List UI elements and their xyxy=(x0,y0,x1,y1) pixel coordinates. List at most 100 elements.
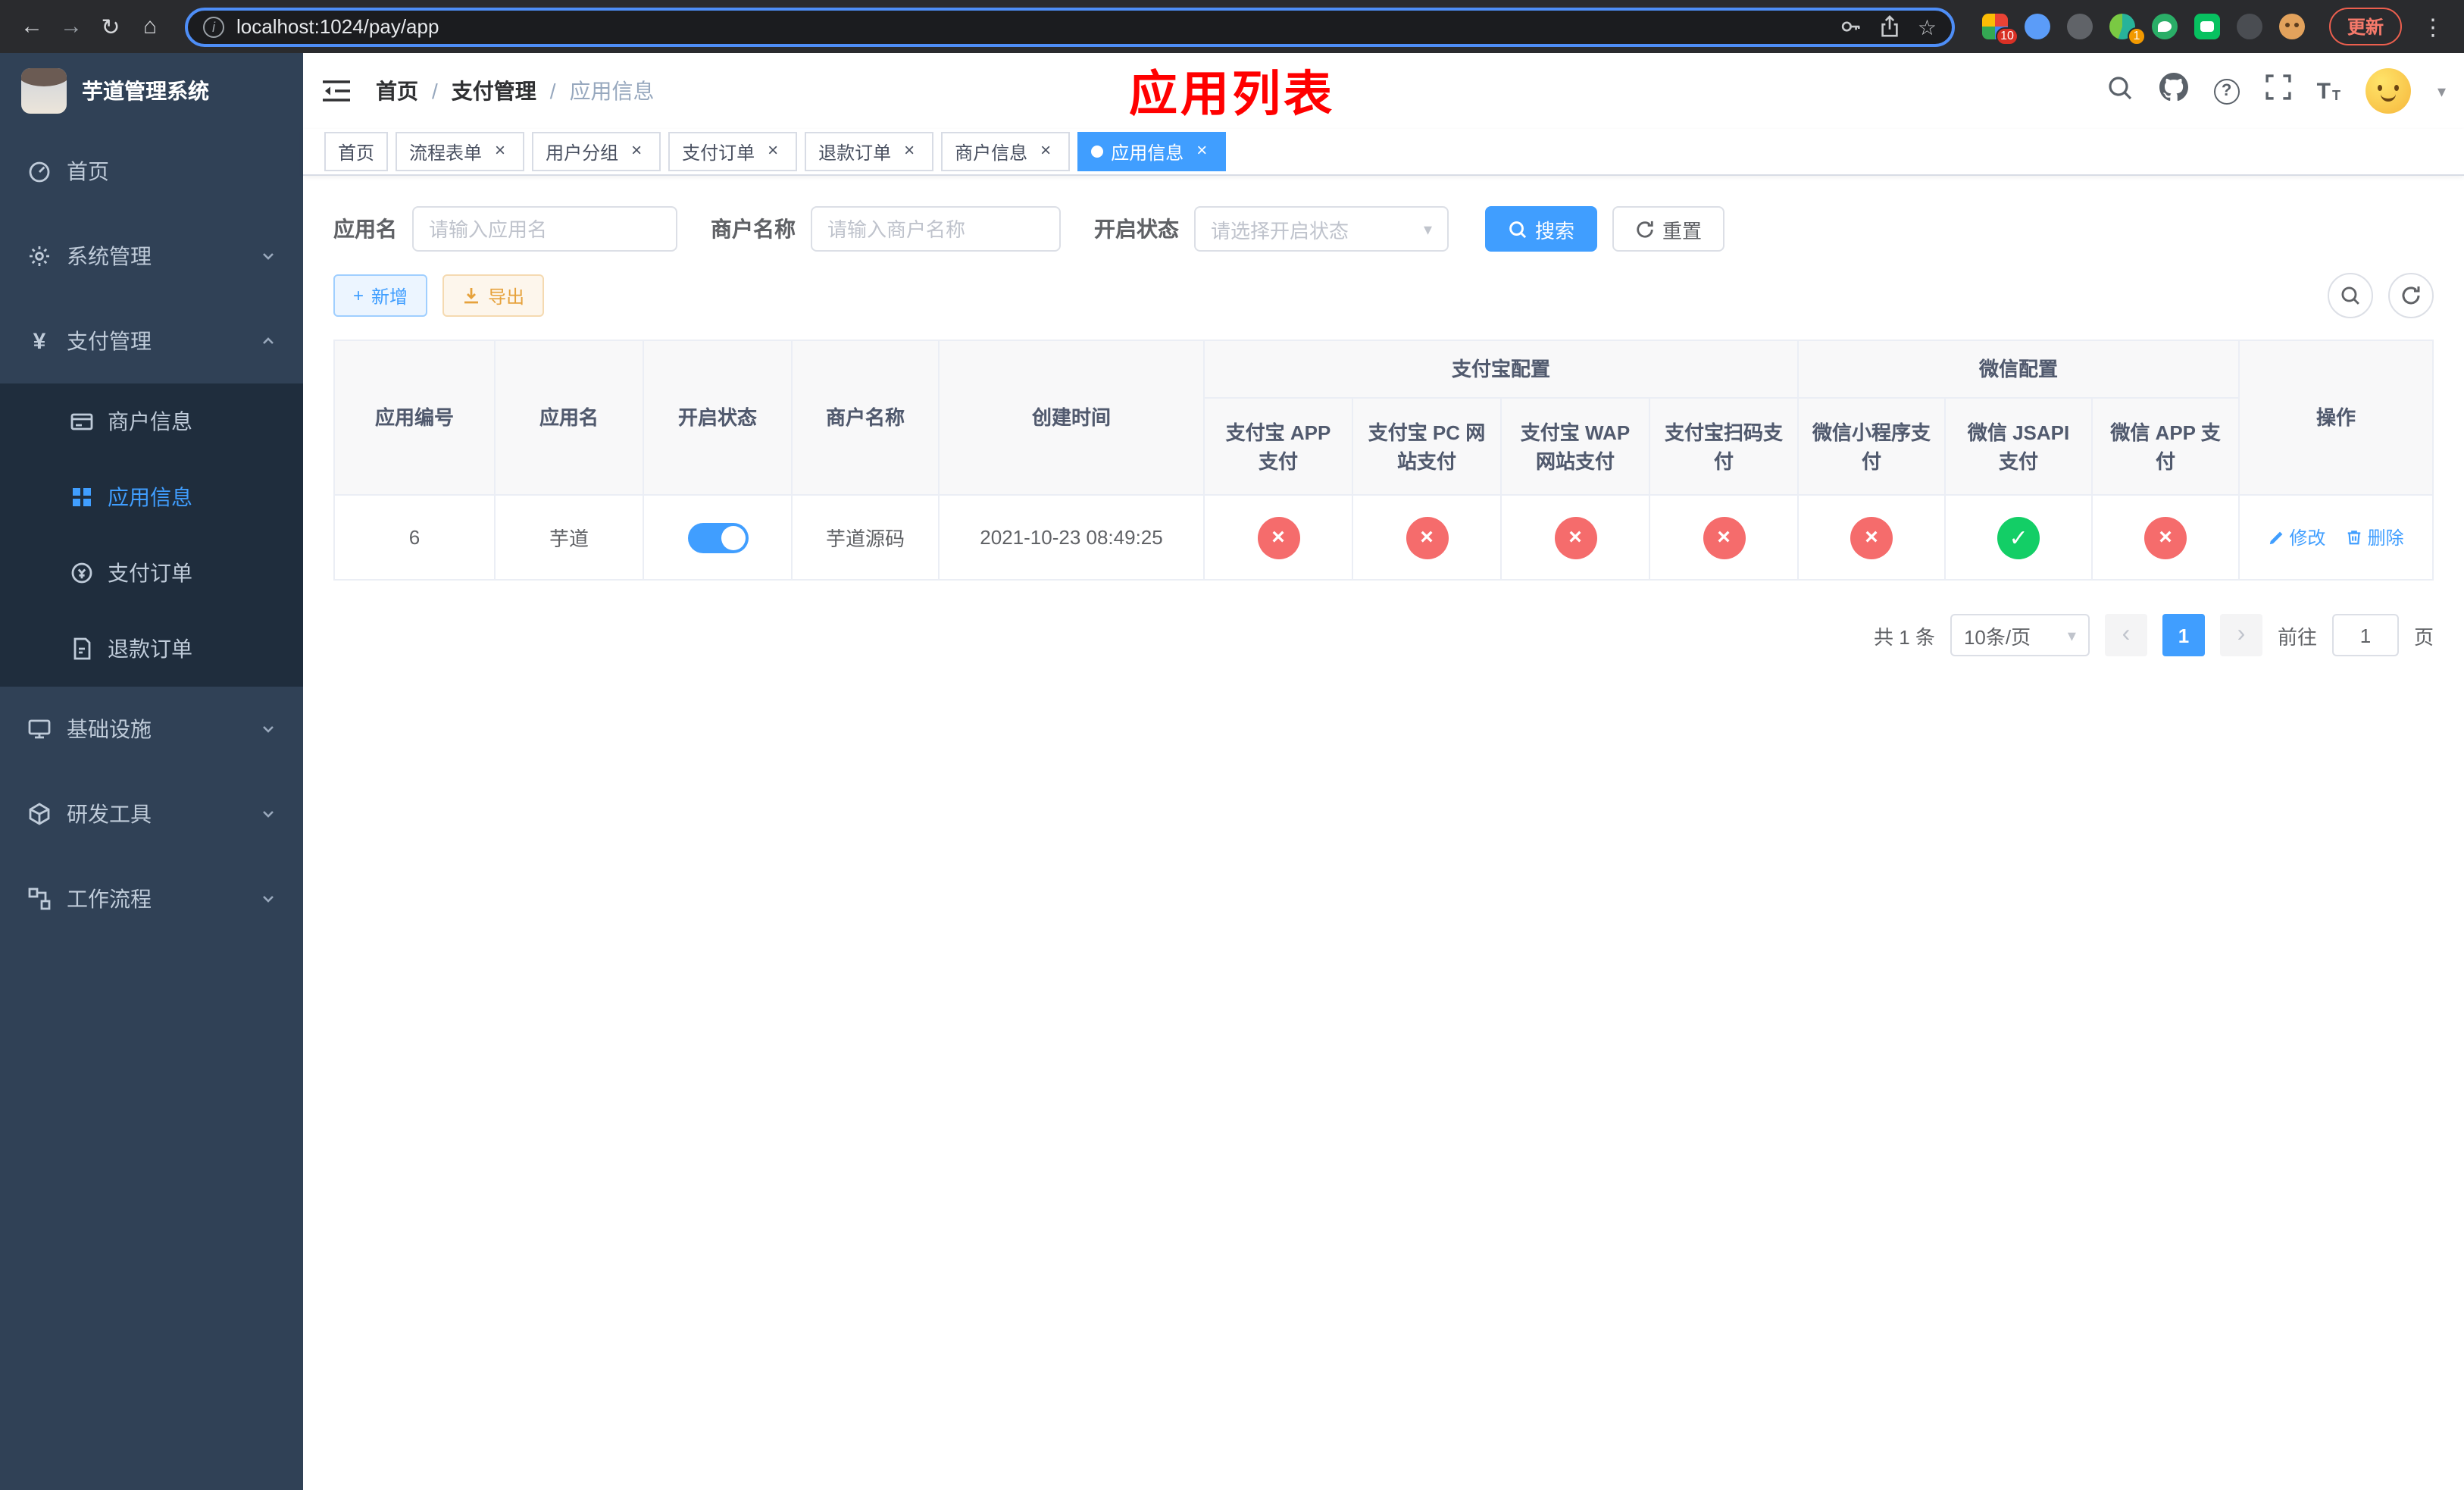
tab-home[interactable]: 首页 xyxy=(324,132,389,171)
chevron-up-icon xyxy=(261,333,276,349)
extension-icon[interactable]: 1 xyxy=(2109,14,2146,45)
sidebar-item-dev-tools[interactable]: 研发工具 xyxy=(0,772,303,856)
tab-label: 应用信息 xyxy=(1111,142,1184,163)
cell-merchant: 芋道源码 xyxy=(791,494,940,581)
sidebar-item-merchant-info[interactable]: 商户信息 xyxy=(0,383,303,459)
share-icon[interactable] xyxy=(1880,15,1901,38)
browser-chrome: ← → ↻ ⌂ i localhost:1024/pay/app ☆ 10 1 … xyxy=(0,0,2464,53)
column-header-wechat-jsapi: 微信 JSAPI 支付 xyxy=(1944,397,2093,496)
cell-wechat-app: × xyxy=(2091,494,2240,581)
tab-refund-order[interactable]: 退款订单 × xyxy=(805,132,934,171)
search-icon[interactable] xyxy=(2106,74,2134,108)
merchant-name-label: 商户名称 xyxy=(711,217,796,241)
close-icon[interactable]: × xyxy=(1035,140,1056,162)
chevron-down-icon[interactable]: ▾ xyxy=(2437,81,2446,101)
pencil-icon xyxy=(2269,531,2282,545)
edit-button[interactable]: 修改 xyxy=(2268,524,2325,550)
goto-page-input[interactable] xyxy=(2331,614,2399,656)
status-select[interactable]: 请选择开启状态 ▾ xyxy=(1194,206,1449,252)
close-icon[interactable]: × xyxy=(489,140,511,162)
password-key-icon[interactable] xyxy=(1840,15,1863,38)
add-button[interactable]: + 新增 xyxy=(333,274,428,317)
forward-icon[interactable]: → xyxy=(55,14,88,39)
user-avatar[interactable] xyxy=(2366,68,2412,114)
url-text[interactable]: localhost:1024/pay/app xyxy=(236,15,1828,38)
prev-page-button[interactable]: ‹ xyxy=(2104,614,2147,656)
extension-badge: 1 xyxy=(2127,27,2146,45)
column-group-alipay: 支付宝配置 xyxy=(1202,340,1800,399)
cell-alipay-pc: × xyxy=(1352,494,1502,581)
search-button[interactable]: 搜索 xyxy=(1485,206,1598,252)
close-icon[interactable]: × xyxy=(762,140,783,162)
close-icon[interactable]: × xyxy=(626,140,647,162)
sidebar-item-payment[interactable]: ¥ 支付管理 xyxy=(0,299,303,383)
browser-menu-icon[interactable]: ⋮ xyxy=(2417,13,2449,40)
url-bar[interactable]: i localhost:1024/pay/app ☆ xyxy=(185,7,1955,46)
sidebar-item-pay-order[interactable]: 支付订单 xyxy=(0,535,303,611)
help-icon[interactable]: ? xyxy=(2213,78,2240,104)
font-size-icon[interactable]: TT xyxy=(2317,80,2340,102)
tab-app-info[interactable]: 应用信息 × xyxy=(1077,132,1227,171)
table-toolbar: + 新增 导出 xyxy=(333,273,2434,318)
close-icon[interactable]: × xyxy=(1191,140,1212,162)
page-size-select[interactable]: 10条/页 ▾ xyxy=(1950,614,2090,656)
tab-user-group[interactable]: 用户分组 × xyxy=(532,132,661,171)
browser-window: ← → ↻ ⌂ i localhost:1024/pay/app ☆ 10 1 … xyxy=(0,0,2464,1490)
info-icon[interactable]: i xyxy=(203,16,224,37)
reload-icon[interactable]: ↻ xyxy=(94,13,127,40)
fullscreen-icon[interactable] xyxy=(2265,74,2291,108)
refresh-table-button[interactable] xyxy=(2388,273,2434,318)
column-header-name: 应用名 xyxy=(494,340,644,496)
alipay-wap-status-icon: × xyxy=(1554,516,1596,559)
extension-icon[interactable] xyxy=(2024,14,2050,39)
breadcrumb: 首页 / 支付管理 / 应用信息 xyxy=(376,76,655,106)
extension-icon[interactable] xyxy=(2194,14,2220,39)
sidebar-item-workflow[interactable]: 工作流程 xyxy=(0,856,303,941)
delete-button[interactable]: 删除 xyxy=(2347,524,2404,550)
sidebar-toggle-icon[interactable] xyxy=(321,77,352,105)
sidebar-item-home[interactable]: 首页 xyxy=(0,129,303,214)
tab-label: 用户分组 xyxy=(546,142,619,163)
app-name-input[interactable] xyxy=(412,206,677,252)
sidebar-item-infrastructure[interactable]: 基础设施 xyxy=(0,687,303,772)
tab-merchant-info[interactable]: 商户信息 × xyxy=(941,132,1071,171)
wechat-jsapi-status-icon: ✓ xyxy=(1997,516,2040,559)
chevron-down-icon xyxy=(261,722,276,737)
export-button[interactable]: 导出 xyxy=(442,274,545,317)
extension-icon[interactable] xyxy=(2278,14,2305,39)
column-header-alipay-pc: 支付宝 PC 网站支付 xyxy=(1352,397,1502,496)
tab-pay-order[interactable]: 支付订单 × xyxy=(668,132,798,171)
extension-icon[interactable] xyxy=(2151,14,2178,39)
breadcrumb-separator: / xyxy=(549,79,556,103)
extension-icon[interactable] xyxy=(2066,14,2093,39)
sidebar-item-refund-order[interactable]: 退款订单 xyxy=(0,611,303,687)
column-header-alipay-app: 支付宝 APP 支付 xyxy=(1203,397,1353,496)
sidebar: 芋道管理系统 首页 系统管理 ¥ 支付管理 商户信息 应用信息 支付订单 退款订… xyxy=(0,53,303,1490)
filter-form: 应用名 商户名称 开启状态 请选择开启状态 ▾ 搜索 重置 xyxy=(333,206,2434,252)
plus-icon: + xyxy=(353,285,364,306)
breadcrumb-payment[interactable]: 支付管理 xyxy=(452,76,536,106)
back-icon[interactable]: ← xyxy=(15,14,48,39)
github-icon[interactable] xyxy=(2159,73,2188,109)
cell-app-id: 6 xyxy=(333,494,496,581)
status-toggle[interactable] xyxy=(687,522,748,552)
toggle-search-button[interactable] xyxy=(2328,273,2373,318)
extension-icon[interactable] xyxy=(2236,14,2262,39)
page-unit-label: 页 xyxy=(2413,625,2434,648)
next-page-button[interactable]: › xyxy=(2219,614,2262,656)
tab-process-form[interactable]: 流程表单 × xyxy=(396,132,525,171)
sidebar-item-app-info[interactable]: 应用信息 xyxy=(0,459,303,535)
yen-icon: ¥ xyxy=(33,328,46,354)
tab-label: 首页 xyxy=(338,142,375,163)
browser-update-button[interactable]: 更新 xyxy=(2328,8,2402,45)
tab-label: 支付订单 xyxy=(682,142,755,163)
home-icon[interactable]: ⌂ xyxy=(133,14,167,39)
merchant-name-input[interactable] xyxy=(811,206,1061,252)
breadcrumb-home[interactable]: 首页 xyxy=(376,76,418,106)
page-1-button[interactable]: 1 xyxy=(2162,614,2205,656)
extension-icon[interactable]: 10 xyxy=(1981,14,2018,45)
sidebar-item-system[interactable]: 系统管理 xyxy=(0,214,303,299)
close-icon[interactable]: × xyxy=(899,140,920,162)
bookmark-star-icon[interactable]: ☆ xyxy=(1918,16,1937,37)
reset-button[interactable]: 重置 xyxy=(1612,206,1725,252)
